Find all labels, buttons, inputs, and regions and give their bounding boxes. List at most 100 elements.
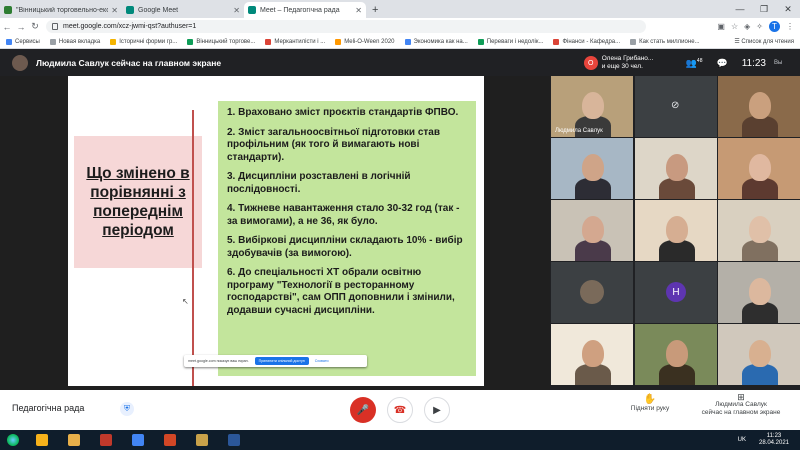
bookmark-item[interactable]: Сервисы: [6, 38, 40, 45]
bookmark-icon: [404, 38, 411, 45]
tab-title: "Вінницький торговельно-економ...: [16, 6, 109, 14]
profile-avatar[interactable]: T: [769, 21, 780, 32]
bookmark-label: Вінницький торгове...: [196, 38, 256, 45]
slide-item: 4. Тижневе навантаження стало 30-32 год …: [227, 203, 460, 227]
close-icon[interactable]: ✕: [233, 6, 240, 15]
extension-icon[interactable]: ◈: [744, 22, 750, 31]
minimize-icon[interactable]: —: [728, 4, 752, 14]
close-icon[interactable]: ✕: [355, 6, 362, 15]
participant-tile[interactable]: [718, 262, 800, 323]
participant-body: [742, 240, 778, 261]
bookmark-item[interactable]: Меркантилісти і ...: [265, 38, 325, 45]
people-icon: 👥: [685, 57, 697, 68]
participant-tile[interactable]: ⊘: [635, 76, 717, 137]
present-screen-icon: ⊞: [737, 392, 745, 402]
taskbar-app[interactable]: [187, 431, 217, 449]
shield-icon[interactable]: ⛨: [120, 402, 134, 416]
slide-title: Що змінено в порівнянні з попереднім пер…: [86, 165, 190, 239]
participant-tile[interactable]: [635, 324, 717, 385]
bookmark-icon: [110, 38, 117, 45]
bookmark-item[interactable]: Фінанси - Кафедра...: [553, 38, 620, 45]
meeting-name[interactable]: Педагогічна рада: [12, 403, 84, 413]
joined-more: и еще 30 чел.: [601, 63, 643, 70]
close-window-icon[interactable]: ✕: [776, 4, 800, 15]
browser-tab-2[interactable]: Google Meet ✕: [122, 2, 244, 18]
meet-favicon-icon: [126, 6, 134, 14]
participant-tile[interactable]: Н: [635, 262, 717, 323]
bookmark-icon: [630, 38, 637, 45]
star-icon[interactable]: ☆: [731, 22, 738, 31]
raise-hand-button[interactable]: ✋ Підняти руку: [620, 394, 680, 412]
reading-list-label: Список для чтения: [741, 38, 794, 45]
people-button[interactable]: 👥48: [686, 58, 703, 69]
share-bar-text: meet.google.com показує ваш екран.: [188, 359, 249, 363]
participant-tile[interactable]: [635, 200, 717, 261]
windows-logo-icon: [7, 434, 19, 446]
chat-icon: 💬: [716, 57, 728, 68]
taskbar-app[interactable]: [27, 431, 57, 449]
participant-tile[interactable]: [551, 324, 633, 385]
mouse-cursor-icon: ↖: [182, 297, 189, 306]
bookmark-item[interactable]: Новая вкладка: [49, 38, 100, 45]
paint-icon: [100, 434, 112, 446]
presenting-button[interactable]: ⊞ Людмила Савлук сейчас на главном экран…: [686, 393, 796, 417]
taskbar-app[interactable]: [91, 431, 121, 449]
taskbar-app[interactable]: [219, 431, 249, 449]
new-tab-button[interactable]: +: [366, 4, 384, 18]
participant-grid: Людмила Савлук ⊘ Н: [551, 76, 800, 386]
participant-tile[interactable]: [718, 138, 800, 199]
browser-tab-1[interactable]: "Вінницький торговельно-економ... ✕: [0, 2, 122, 18]
hand-icon: ✋: [643, 394, 657, 405]
maximize-icon[interactable]: ❐: [752, 4, 776, 15]
reading-list-button[interactable]: ☰ Список для чтения: [734, 38, 800, 46]
camera-toggle-button[interactable]: ▶: [424, 397, 450, 423]
participant-tile[interactable]: Людмила Савлук: [551, 76, 633, 137]
bookmark-icon: [49, 38, 56, 45]
presenting-name: Людмила Савлук: [715, 401, 767, 408]
participant-body: [742, 178, 778, 199]
participant-face: [582, 340, 604, 367]
participant-tile[interactable]: [551, 138, 633, 199]
browser-tab-3[interactable]: Meet – Педагогічна рада ✕: [244, 2, 366, 18]
bookmark-item[interactable]: Історичні форми гр...: [110, 38, 178, 45]
mic-toggle-button[interactable]: 🎤: [350, 397, 376, 423]
stop-sharing-button[interactable]: Припинити спільний доступ: [254, 357, 309, 365]
camera-icon[interactable]: ▣: [717, 22, 725, 31]
chat-button[interactable]: 💬: [716, 58, 727, 69]
browser-tab-strip: "Вінницький торговельно-економ... ✕ Goog…: [0, 0, 800, 18]
start-button[interactable]: [0, 430, 26, 450]
taskbar-app[interactable]: [59, 431, 89, 449]
bookmark-item[interactable]: Экономика как на...: [404, 38, 468, 45]
bookmark-item[interactable]: Вінницький торгове...: [187, 38, 256, 45]
language-indicator[interactable]: UK: [738, 437, 746, 443]
joined-avatar: О: [583, 56, 598, 70]
participant-tile[interactable]: [718, 200, 800, 261]
bookmark-item[interactable]: Как стать миллионе...: [630, 38, 700, 45]
hide-share-bar-button[interactable]: Сховати: [315, 359, 329, 363]
slide-item: 3. Дисципліни розставлені в логічній пос…: [227, 171, 411, 195]
participant-tile[interactable]: [718, 324, 800, 385]
tray-clock[interactable]: 11:23 28.04.2021: [754, 433, 794, 447]
participant-tile[interactable]: [635, 138, 717, 199]
taskbar-app[interactable]: [123, 431, 153, 449]
back-icon[interactable]: ←: [0, 22, 14, 32]
bookmark-item[interactable]: Переваги і недолік...: [477, 38, 543, 45]
presenter-avatar: [12, 55, 28, 71]
end-call-button[interactable]: ☎: [387, 397, 413, 423]
url-bar[interactable]: meet.google.com/xcz-jwmi-qst?authuser=1: [46, 20, 646, 33]
puzzle-icon[interactable]: ✧: [756, 22, 763, 31]
participant-tile[interactable]: [718, 76, 800, 137]
meet-favicon-icon: [248, 6, 256, 14]
bookmark-item[interactable]: Meli-O-Ween 2020: [335, 38, 395, 45]
forward-icon[interactable]: →: [14, 22, 28, 32]
close-icon[interactable]: ✕: [111, 6, 118, 15]
participant-tile[interactable]: [551, 262, 633, 323]
bookmark-label: Історичні форми гр...: [119, 38, 178, 45]
participant-face: [582, 216, 604, 243]
reload-icon[interactable]: ↻: [28, 21, 42, 32]
participant-tile[interactable]: [551, 200, 633, 261]
taskbar-app[interactable]: [155, 431, 185, 449]
participant-face: [749, 216, 771, 243]
tray-date: 28.04.2021: [758, 440, 790, 446]
menu-icon[interactable]: ⋮: [786, 22, 794, 31]
